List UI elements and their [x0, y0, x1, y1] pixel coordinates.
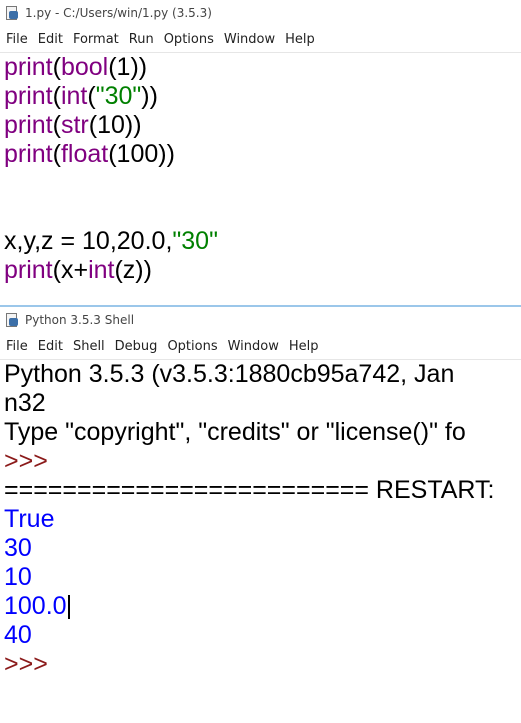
code-token: (100))	[108, 140, 175, 168]
editor-menu-run[interactable]: Run	[129, 32, 154, 47]
shell-prompt: >>>	[4, 650, 48, 678]
shell-title: Python 3.5.3 Shell	[25, 313, 135, 327]
shell-menu-shell[interactable]: Shell	[73, 339, 105, 354]
shell-line: Type "copyright", "credits" or "license(…	[4, 418, 521, 447]
code-token: bool	[60, 53, 109, 81]
code-token: (	[52, 82, 61, 110]
output-text: 40	[4, 621, 32, 649]
shell-line: Python 3.5.3 (v3.5.3:1880cb95a742, Jan	[4, 360, 521, 389]
code-token: print	[4, 140, 53, 168]
shell-line: 10	[4, 563, 521, 592]
python-shell-icon	[6, 312, 19, 328]
code-token: print	[4, 256, 53, 284]
code-token: int	[60, 82, 88, 110]
shell-line: n32	[4, 389, 521, 418]
code-token: (	[87, 82, 96, 110]
python-file-icon	[6, 5, 19, 21]
editor-window: 1.py - C:/Users/win/1.py (3.5.3) File Edi…	[0, 0, 521, 305]
editor-menu-help[interactable]: Help	[285, 32, 315, 47]
code-token: (	[52, 53, 61, 81]
code-line: x,y,z = 10,20.0,"30"	[4, 227, 521, 256]
shell-window: Python 3.5.3 Shell File Edit Shell Debug Opt…	[0, 305, 521, 723]
editor-menu-window[interactable]: Window	[224, 32, 275, 47]
code-token: "30"	[95, 82, 142, 110]
code-token: (x+	[52, 256, 89, 284]
shell-menubar: File Edit Shell Debug Options Window Help	[0, 333, 521, 360]
shell-prompt: >>>	[4, 447, 48, 475]
code-token: int	[88, 256, 115, 284]
code-token: Python 3.5.3 (v3.5.3:1880cb95a742, Jan	[4, 360, 455, 388]
code-token: float	[60, 140, 109, 168]
editor-code-area[interactable]: print(bool(1)) print(int("30")) print(str(…	[0, 53, 521, 285]
shell-line: ========================= RESTART:	[4, 476, 521, 505]
output-text: True	[4, 505, 55, 533]
code-line: print(bool(1))	[4, 53, 521, 82]
editor-menu-options[interactable]: Options	[164, 32, 214, 47]
shell-output-area[interactable]: Python 3.5.3 (v3.5.3:1880cb95a742, Jan n3…	[0, 360, 521, 679]
shell-line: 40	[4, 621, 521, 650]
editor-title: 1.py - C:/Users/win/1.py (3.5.3)	[25, 6, 212, 20]
editor-menu-format[interactable]: Format	[73, 32, 119, 47]
editor-menu-file[interactable]: File	[6, 32, 28, 47]
code-token: Type "copyright", "credits" or "license(…	[4, 418, 466, 446]
code-line: print(str(10))	[4, 111, 521, 140]
code-token: (	[52, 111, 61, 139]
code-token: print	[4, 82, 53, 110]
code-line: print(x+int(z))	[4, 256, 521, 285]
text-cursor	[67, 595, 70, 620]
code-token: (z))	[114, 256, 152, 284]
code-line: print(int("30"))	[4, 82, 521, 111]
shell-line: 30	[4, 534, 521, 563]
shell-menu-options[interactable]: Options	[167, 339, 217, 354]
code-token: ))	[141, 82, 158, 110]
code-token: n32	[4, 389, 46, 417]
code-token: print	[4, 53, 53, 81]
editor-menubar: File Edit Format Run Options Window Help	[0, 26, 521, 53]
shell-menu-help[interactable]: Help	[289, 339, 319, 354]
shell-line: 100.0	[4, 592, 521, 621]
code-token: str	[60, 111, 89, 139]
shell-line: >>>	[4, 447, 521, 476]
code-token: ========================= RESTART:	[4, 476, 502, 504]
code-token: (10))	[88, 111, 142, 139]
code-token: (	[52, 140, 61, 168]
shell-line: >>>	[4, 650, 521, 679]
output-text: 10	[4, 563, 32, 591]
shell-menu-edit[interactable]: Edit	[38, 339, 63, 354]
code-token: x,y,z = 10,20.0,	[4, 227, 173, 255]
code-token: print	[4, 111, 53, 139]
code-token: (1))	[108, 53, 148, 81]
editor-menu-edit[interactable]: Edit	[38, 32, 63, 47]
editor-titlebar[interactable]: 1.py - C:/Users/win/1.py (3.5.3)	[0, 0, 521, 26]
shell-line: True	[4, 505, 521, 534]
shell-menu-debug[interactable]: Debug	[115, 339, 158, 354]
output-text: 30	[4, 534, 32, 562]
shell-menu-file[interactable]: File	[6, 339, 28, 354]
code-line: print(float(100))	[4, 140, 521, 169]
code-token: "30"	[172, 227, 218, 255]
shell-titlebar[interactable]: Python 3.5.3 Shell	[0, 307, 521, 333]
output-text: 100.0	[4, 592, 67, 620]
shell-menu-window[interactable]: Window	[228, 339, 279, 354]
